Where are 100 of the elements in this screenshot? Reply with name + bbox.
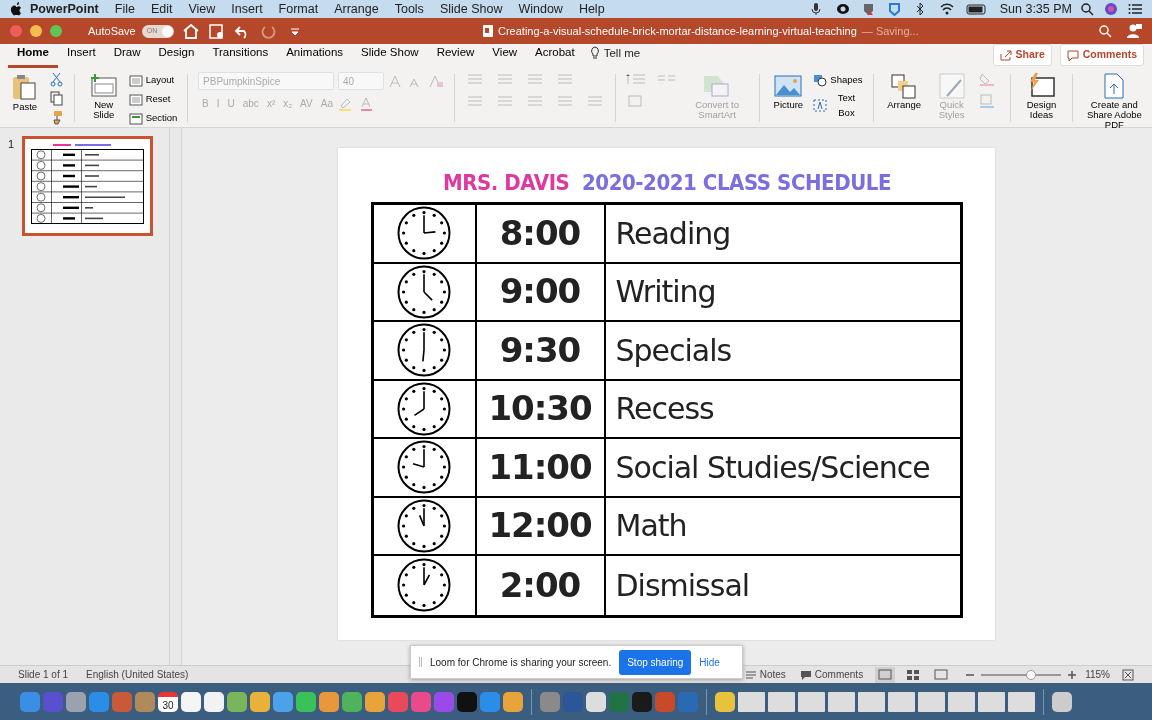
app-icon[interactable]	[296, 691, 316, 712]
slide-thumbnail[interactable]	[22, 136, 154, 236]
zoom-button[interactable]	[50, 25, 62, 37]
window-thumbnail[interactable]	[828, 691, 855, 712]
ribbon-tab[interactable]: Slide Show	[352, 43, 428, 68]
app-icon[interactable]	[250, 691, 270, 712]
ribbon-button[interactable]: Text Box	[813, 97, 863, 114]
language-status[interactable]: English (United States)	[86, 667, 189, 682]
home-icon[interactable]	[181, 22, 200, 40]
comments-button[interactable]: Comments	[799, 666, 864, 683]
ribbon-button[interactable]: Section	[128, 110, 178, 127]
new-slide-button[interactable]: New Slide	[84, 72, 123, 120]
reset-icon	[128, 93, 143, 106]
schedule-time: 11:00	[488, 445, 592, 489]
menu-item[interactable]: Window	[510, 0, 571, 19]
close-button[interactable]	[10, 25, 22, 37]
clear-format-icon	[428, 74, 445, 88]
menubar-clock[interactable]: Sun 3:35 PM	[991, 0, 1080, 19]
ribbon-tab[interactable]: View	[483, 43, 527, 68]
window-thumbnail[interactable]	[738, 691, 765, 712]
app-icon[interactable]	[342, 691, 362, 712]
menu-item[interactable]: Arrange	[326, 0, 387, 19]
normal-view-icon[interactable]	[875, 666, 896, 683]
fit-slide-icon[interactable]	[1122, 668, 1134, 681]
zoom-in-icon[interactable]	[1067, 669, 1078, 680]
window-thumbnail[interactable]	[888, 691, 915, 712]
apple-logo-icon[interactable]	[10, 2, 22, 16]
menu-item[interactable]: Insert	[223, 0, 271, 19]
window-thumbnail[interactable]	[978, 691, 1005, 712]
ribbon-tab[interactable]: Design	[149, 43, 204, 68]
ribbon-button[interactable]: Arrange	[883, 72, 926, 110]
ribbon-tab[interactable]: Insert	[57, 43, 105, 68]
menu-item[interactable]: View	[180, 0, 224, 19]
app-icon[interactable]	[586, 691, 606, 712]
hide-button[interactable]: Hide	[699, 654, 720, 670]
window-thumbnail[interactable]	[798, 691, 825, 712]
trash-icon[interactable]	[1052, 691, 1072, 712]
tell-me-search[interactable]: Tell me	[603, 44, 641, 62]
window-thumbnail[interactable]	[768, 691, 795, 712]
ribbon-button[interactable]: Design Ideas	[1020, 72, 1063, 120]
window-thumbnail[interactable]	[918, 691, 945, 712]
drag-handle-icon[interactable]	[419, 657, 422, 667]
menu-item[interactable]: File	[106, 0, 143, 19]
menu-item[interactable]: Edit	[142, 0, 181, 19]
paste-button[interactable]: Paste	[6, 72, 44, 112]
wifi-icon[interactable]	[939, 2, 954, 16]
shield-icon[interactable]	[861, 2, 876, 16]
app-menu[interactable]: PowerPoint	[22, 0, 107, 19]
format-painter-icon[interactable]	[50, 110, 64, 125]
menu-item[interactable]: Slide Show	[431, 0, 511, 19]
copy-icon[interactable]	[50, 91, 64, 106]
app-icon[interactable]	[273, 691, 293, 712]
schedule-activity: Recess	[615, 390, 714, 429]
list-icon[interactable]	[1128, 3, 1142, 15]
stop-sharing-button[interactable]: Stop sharing	[619, 649, 692, 675]
menu-item[interactable]: Help	[570, 0, 613, 19]
ribbon-tab[interactable]: Draw	[104, 43, 150, 68]
window-thumbnail[interactable]	[1008, 691, 1035, 712]
ribbon-tab[interactable]: Animations	[277, 43, 353, 68]
autosave-label: AutoSave	[88, 23, 136, 39]
menu-item[interactable]: Format	[270, 0, 327, 19]
calendar-icon[interactable]: 30	[158, 691, 178, 712]
app-icon[interactable]	[457, 691, 477, 712]
slider-thumb[interactable]	[1025, 669, 1036, 680]
ribbon-button[interactable]: Picture	[769, 72, 808, 110]
menu-item[interactable]: Tools	[386, 0, 432, 19]
ribbon-button[interactable]: Shapes	[813, 72, 863, 89]
share-icon	[999, 49, 1012, 61]
app-icon[interactable]	[319, 691, 339, 712]
app-icon[interactable]	[227, 691, 247, 712]
ribbon-button[interactable]: Layout	[128, 72, 178, 89]
app-icon[interactable]	[715, 691, 735, 712]
app-icon[interactable]	[632, 691, 652, 712]
app-icon[interactable]	[365, 691, 385, 712]
ribbon-button[interactable]: Reset	[128, 91, 178, 108]
ribbon-tab[interactable]: Transitions	[203, 43, 278, 68]
search-icon[interactable]	[1098, 24, 1112, 38]
ribbon-tab[interactable]: Acrobat	[526, 43, 584, 68]
microphone-icon[interactable]	[809, 2, 824, 16]
notes-button[interactable]: Notes	[744, 666, 786, 683]
comments-button[interactable]: Comments	[1059, 44, 1144, 66]
zoom-level[interactable]: 115%	[1085, 667, 1110, 682]
window-thumbnail[interactable]	[858, 691, 885, 712]
ribbon-tab[interactable]: Review	[427, 43, 484, 68]
app-icon[interactable]	[204, 691, 224, 712]
app-icon[interactable]	[181, 691, 201, 712]
search-icon[interactable]	[1080, 2, 1094, 16]
clock-icon	[397, 381, 451, 436]
save-icon[interactable]	[207, 22, 226, 40]
window-thumbnail[interactable]	[948, 691, 975, 712]
app-icon[interactable]	[66, 691, 86, 712]
shield-icon[interactable]	[887, 2, 902, 16]
person-icon[interactable]	[1126, 23, 1142, 39]
cut-icon[interactable]	[50, 72, 64, 87]
ribbon-button[interactable]: Create and Share Adobe PDF	[1082, 72, 1146, 130]
share-button[interactable]: Share	[992, 44, 1052, 66]
battery-icon[interactable]	[965, 2, 986, 16]
app-icon[interactable]	[503, 691, 523, 712]
schedule-activity: Specials	[615, 331, 732, 370]
minimize-button[interactable]	[30, 25, 42, 37]
